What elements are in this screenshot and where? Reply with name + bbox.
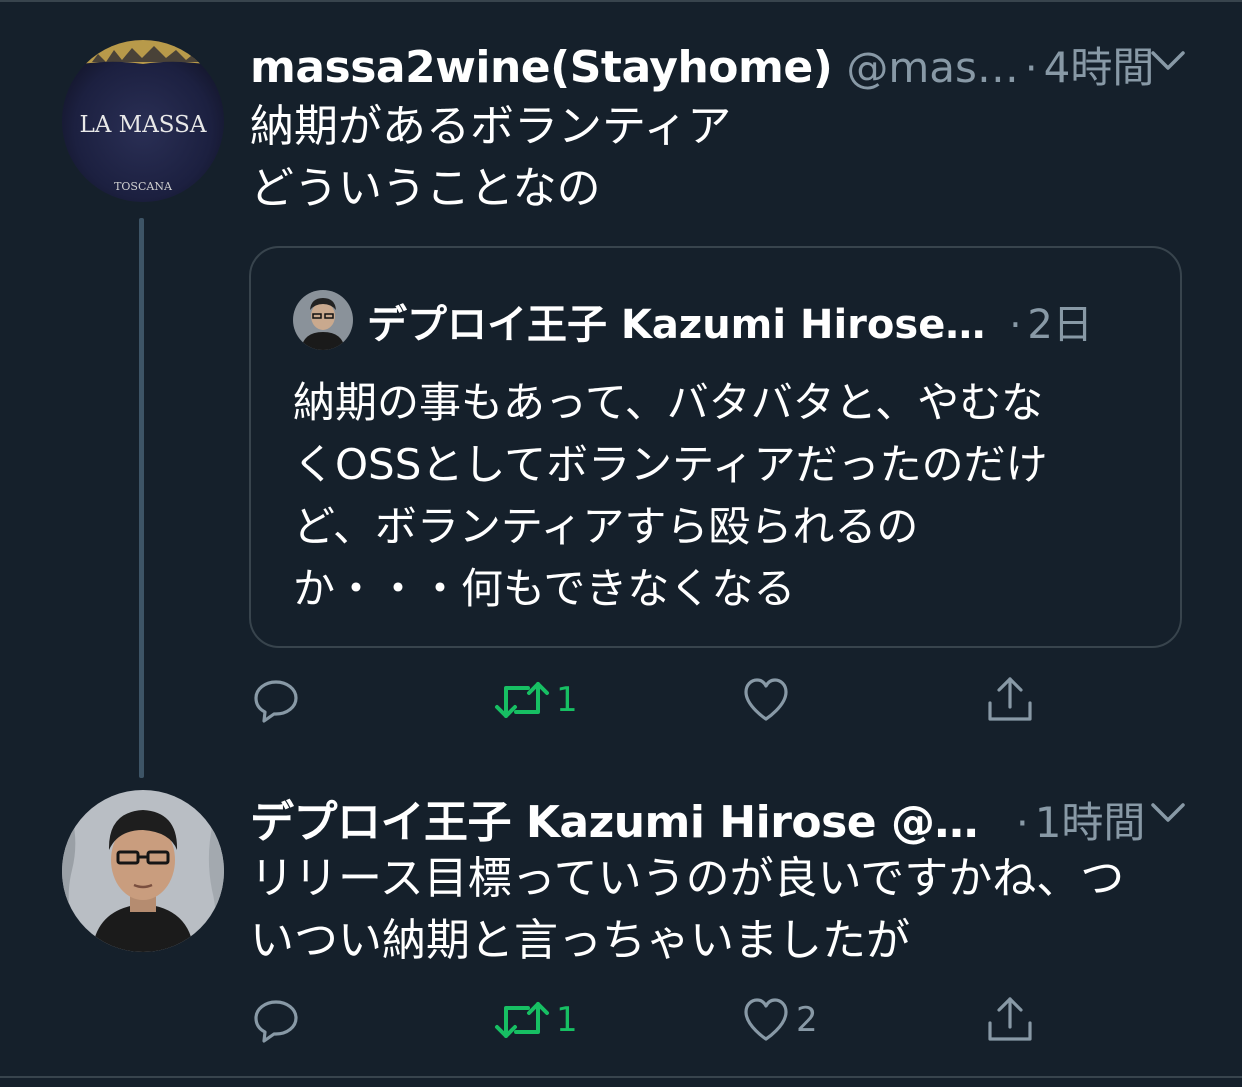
like-count: 2 — [796, 1000, 818, 1040]
author-name[interactable]: massa2wine(Stayhome) — [250, 42, 833, 93]
retweet-icon — [495, 1002, 549, 1038]
like-button[interactable] — [742, 675, 796, 725]
tweet2-text: リリース目標っていうのが良いですかね、つ いつい納期と言っちゃいましたが — [250, 848, 1124, 972]
reply-icon — [254, 1000, 298, 1043]
separator-dot: · — [1009, 303, 1022, 347]
like-button[interactable]: 2 — [742, 995, 818, 1045]
quoted-text-line: ど、ボランティアすら殴られるの — [293, 502, 919, 551]
retweet-button[interactable]: 1 — [494, 995, 578, 1045]
tweet1-header: massa2wine(Stayhome) @mas… · 4時間 — [250, 34, 1154, 95]
author-handle[interactable]: @mas… — [846, 43, 1019, 92]
avatar-sublabel: TOSCANA — [114, 180, 173, 193]
chevron-down-icon[interactable] — [1150, 48, 1186, 78]
timestamp[interactable]: 1時間 — [1035, 789, 1146, 850]
share-icon — [988, 677, 1032, 721]
share-button[interactable] — [986, 995, 1034, 1045]
retweet-count: 1 — [556, 1000, 578, 1040]
timestamp[interactable]: 4時間 — [1044, 34, 1155, 95]
tweet1-text-line: 納期があるボランティア — [250, 101, 732, 152]
quoted-text-line: 納期の事もあって、バタバタと、やむな — [293, 378, 1044, 427]
quoted-text-line: くOSSとしてボランティアだったのだけ — [293, 440, 1048, 489]
tweet2-text-line: リリース目標っていうのが良いですかね、つ — [250, 853, 1125, 904]
retweet-button[interactable]: 1 — [494, 675, 578, 725]
quoted-author-avatar — [293, 290, 353, 350]
reply-icon — [254, 680, 298, 723]
tweet2-header: デプロイ王子 Kazumi Hirose @… · 1時間 — [250, 786, 1145, 850]
share-icon — [988, 997, 1032, 1041]
quoted-timestamp: 2日 — [1027, 302, 1093, 348]
separator-dot: · — [1024, 46, 1038, 92]
tweet1-text-line: どういうことなの — [250, 163, 601, 214]
avatar-kazumi-hirose[interactable] — [62, 790, 224, 952]
chevron-down-icon[interactable] — [1150, 800, 1186, 830]
reply-button[interactable] — [252, 995, 300, 1045]
top-divider — [0, 0, 1242, 2]
quoted-text: 納期の事もあって、バタバタと、やむな くOSSとしてボランティアだったのだけ ど… — [293, 372, 1048, 620]
heart-icon — [744, 678, 788, 721]
avatar-label: LA MASSA — [79, 112, 206, 138]
reply-button[interactable] — [252, 675, 300, 725]
heart-icon — [744, 998, 788, 1041]
author-name[interactable]: デプロイ王子 Kazumi Hirose @… — [250, 786, 978, 850]
tweet1-text: 納期があるボランティア どういうことなの — [250, 96, 731, 220]
thread-connector-line — [139, 218, 144, 778]
quoted-author-name: デプロイ王子 Kazumi Hirose… — [367, 302, 986, 348]
retweet-count: 1 — [556, 680, 578, 720]
quoted-header: デプロイ王子 Kazumi Hirose… · 2日 — [367, 292, 1093, 350]
quoted-text-line: か・・・何もできなくなる — [293, 564, 796, 613]
separator-dot: · — [1015, 801, 1029, 847]
share-button[interactable] — [986, 675, 1034, 725]
bottom-divider — [0, 1076, 1242, 1078]
tweet2-text-line: いつい納期と言っちゃいましたが — [250, 915, 910, 966]
retweet-icon — [495, 682, 549, 718]
avatar-massa2wine[interactable]: LA MASSA TOSCANA — [62, 40, 224, 202]
quoted-tweet-card[interactable]: デプロイ王子 Kazumi Hirose… · 2日 納期の事もあって、バタバタ… — [249, 246, 1182, 648]
